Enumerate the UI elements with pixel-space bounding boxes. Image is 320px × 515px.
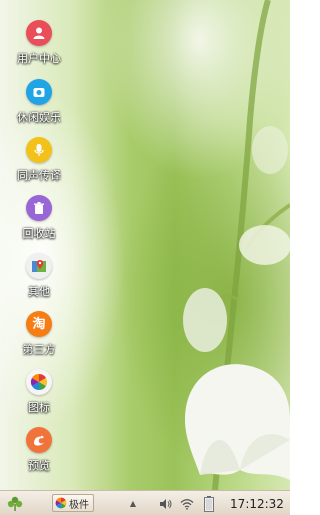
clock[interactable]: 17:12:32 [228, 491, 286, 515]
desktop-icon-user-center[interactable]: 用户中心 [10, 20, 68, 66]
icon-label: 同声传译 [17, 169, 61, 182]
user-icon [26, 20, 52, 46]
icon-label: 休闲娱乐 [17, 111, 61, 124]
pinwheel-icon [55, 497, 67, 509]
taskbar-app-button[interactable]: 极件 [52, 494, 94, 512]
battery-indicator[interactable] [200, 491, 218, 515]
clover-icon [7, 496, 23, 511]
desktop-icon-interpreter[interactable]: 同声传译 [10, 137, 68, 183]
wifi-button[interactable] [178, 491, 196, 515]
taskbar: 极件 ▲ 17:12:32 [0, 490, 290, 515]
desktop-icon-recycle-bin[interactable]: 回收站 [10, 195, 68, 241]
start-button[interactable] [4, 491, 26, 515]
desktop-icon-leisure[interactable]: 休闲娱乐 [10, 79, 68, 125]
icon-label: 预览 [28, 459, 50, 472]
wifi-icon [180, 498, 194, 510]
trash-icon [26, 195, 52, 221]
icon-label: 第三方 [22, 343, 56, 356]
desktop-icon-third-party[interactable]: 淘 第三方 [10, 311, 68, 357]
wallpaper-lily-of-the-valley [183, 0, 290, 490]
desktop-icon-other[interactable]: 其他 [10, 253, 68, 299]
pinwheel-icon [26, 369, 52, 395]
camera-icon [26, 79, 52, 105]
icon-label: 回收站 [22, 227, 56, 240]
uc-browser-icon [26, 427, 52, 453]
desktop-icon-icons[interactable]: 图标 [10, 369, 68, 415]
icon-label: 用户中心 [17, 52, 61, 65]
icon-label: 其他 [28, 285, 50, 298]
icon-label: 图标 [28, 401, 50, 414]
map-pin-icon [26, 253, 52, 279]
speaker-icon [160, 498, 172, 509]
microphone-icon [26, 137, 52, 163]
volume-button[interactable] [157, 491, 175, 515]
desktop-icon-preview[interactable]: 预览 [10, 427, 68, 473]
taskbar-app-label: 极件 [69, 499, 89, 511]
desktop: 用户中心 休闲娱乐 同声传译 回收站 其他 淘 第三方 图标 预览 极件 ▲ 1… [0, 0, 290, 515]
tray-expand-button[interactable]: ▲ [127, 491, 139, 515]
taobao-icon: 淘 [26, 311, 52, 337]
tray-arrow-icon: ▲ [129, 499, 137, 508]
battery-icon [204, 495, 214, 512]
